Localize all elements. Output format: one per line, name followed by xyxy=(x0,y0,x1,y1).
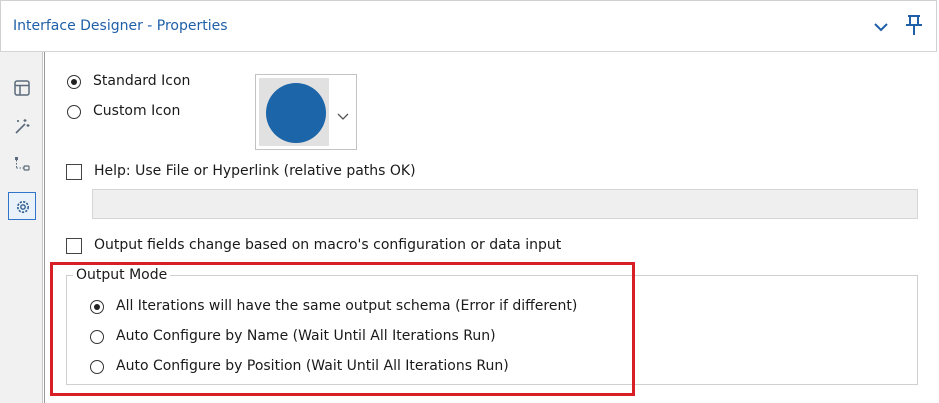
panel-header: Interface Designer - Properties xyxy=(0,0,937,52)
icon-preview xyxy=(259,78,329,146)
properties-content: Standard Icon Custom Icon Help: Use File… xyxy=(44,52,939,403)
output-mode-option-radio[interactable] xyxy=(90,330,104,344)
standard-icon-label: Standard Icon xyxy=(93,73,191,89)
side-toolbar xyxy=(0,52,43,403)
chevron-down-icon[interactable] xyxy=(873,19,889,33)
custom-icon-label: Custom Icon xyxy=(93,103,181,119)
output-mode-option-radio[interactable] xyxy=(90,360,104,374)
output-mode-group: Output Mode All Iterations will have the… xyxy=(66,267,918,385)
layout-button[interactable] xyxy=(8,74,36,102)
circle-icon xyxy=(266,83,326,143)
icon-color-picker[interactable] xyxy=(255,74,357,150)
panel-title: Interface Designer - Properties xyxy=(13,18,228,34)
tree-view-button[interactable] xyxy=(8,150,36,178)
output-mode-option-label: Auto Configure by Name (Wait Until All I… xyxy=(116,328,496,344)
output-fields-change-checkbox[interactable] xyxy=(66,238,82,254)
help-path-input[interactable] xyxy=(92,189,918,219)
output-mode-option-label: All Iterations will have the same output… xyxy=(116,298,578,314)
output-mode-option-label: Auto Configure by Position (Wait Until A… xyxy=(116,358,509,374)
standard-icon-radio[interactable] xyxy=(67,75,81,89)
custom-icon-radio[interactable] xyxy=(67,105,81,119)
wizard-button[interactable] xyxy=(8,112,36,140)
output-mode-legend: Output Mode xyxy=(73,267,171,283)
settings-button[interactable] xyxy=(8,192,36,220)
help-checkbox[interactable] xyxy=(66,164,82,180)
chevron-down-icon xyxy=(337,106,349,125)
output-mode-option-radio[interactable] xyxy=(90,300,104,314)
help-label: Help: Use File or Hyperlink (relative pa… xyxy=(94,163,416,179)
output-fields-change-label: Output fields change based on macro's co… xyxy=(94,237,562,253)
pin-icon[interactable] xyxy=(904,14,924,36)
